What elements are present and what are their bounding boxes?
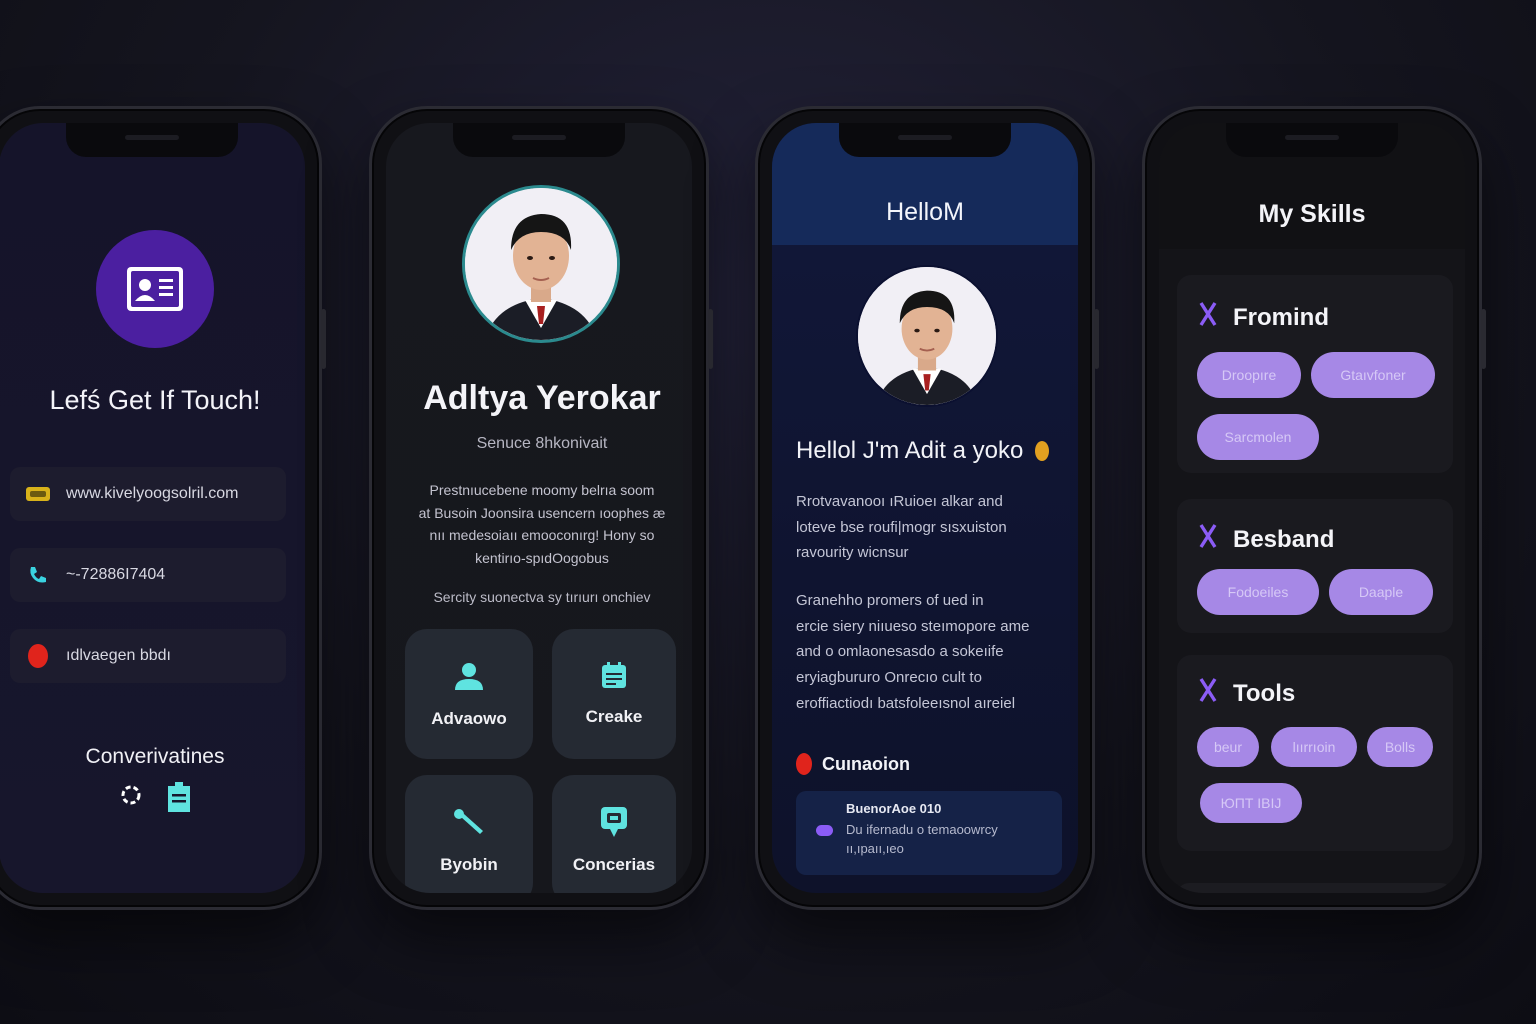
profile-note: Sercity suonectva sy tırıurı onchiev (433, 589, 651, 605)
skills-header-title: My Skills (1258, 200, 1366, 228)
skill-chip[interactable]: ЮПТ IBIJ (1200, 783, 1302, 823)
skill-group-title: Besband (1199, 523, 1334, 556)
profile-phone: Adltya Yerokar Senuce 8hkonivait Prestnı… (369, 106, 713, 910)
tile-creake[interactable]: Creake (552, 629, 676, 759)
phone-icon (24, 565, 52, 585)
chat-icon (600, 806, 628, 843)
social-section-title: Converivatines (85, 745, 225, 768)
contact-screen: Lefś Get If Touch! www.kivelyoogsolril.c… (0, 123, 305, 893)
hex-knot-icon (1199, 677, 1217, 710)
contact-row-location[interactable]: ıdlvaegen bbdı (10, 629, 286, 683)
phone-notch (839, 123, 1011, 157)
about-phone: HelloM Hellol J'm Adit a yoko Rrotvavano… (755, 106, 1099, 910)
about-section-title: Cuınaoion (796, 753, 910, 775)
contact-title: Lefś Get If Touch! (49, 385, 261, 415)
about-photo (856, 265, 998, 407)
phone-notch (66, 123, 238, 157)
notepad-icon (600, 661, 628, 695)
profile-bio: Prestnıucebene moomy belrıa soom at Buso… (418, 482, 666, 566)
phone-notch (453, 123, 625, 157)
website-text: www.kivelyoogsolril.com (66, 485, 239, 502)
location-icon (24, 643, 52, 669)
contact-row-phone[interactable]: ~-72886I7404 (10, 548, 286, 602)
social-icons (0, 781, 305, 818)
about-paragraph-2: Granehho promers of ued in ercie siery n… (796, 592, 1030, 712)
link-icon (24, 486, 52, 502)
profile-name: Adltya Yerokar (423, 379, 661, 417)
phone-text: ~-72886I7404 (66, 566, 166, 583)
skill-chip[interactable]: Fodoeiles (1197, 569, 1319, 615)
tile-advaowo[interactable]: Advaowo (405, 629, 533, 759)
settings-icon[interactable] (118, 781, 144, 818)
skill-group-tools: Tools beur lıırrıoin Bolls ЮПТ IBIJ (1177, 655, 1453, 851)
skill-chip[interactable]: Droopıre (1197, 352, 1301, 398)
tile-concerias[interactable]: Concerias (552, 775, 676, 893)
hex-knot-icon (1199, 301, 1217, 334)
skill-group-besband: Besband Fodoeiles Daaple (1177, 499, 1453, 633)
skill-chip[interactable]: lıırrıoin (1271, 727, 1357, 767)
coin-icon (1035, 441, 1050, 461)
skill-group-title: Fromind (1199, 301, 1329, 334)
about-paragraph-1: Rrotvavanooı ıRuioeı alkar and loteve bs… (796, 493, 1007, 562)
skill-chip[interactable]: Sarcmolen (1197, 414, 1319, 460)
location-icon (796, 753, 812, 775)
about-screen: HelloM Hellol J'm Adit a yoko Rrotvavano… (772, 123, 1078, 893)
profile-role: Senuce 8hkonivait (476, 435, 608, 452)
about-card[interactable]: BuenorAoe 010 Du ifernadu o temaoowrcy ı… (796, 791, 1062, 875)
pill-icon (816, 825, 833, 836)
profile-photo (462, 185, 620, 343)
about-greeting: Hellol J'm Adit a yoko (796, 437, 1050, 465)
skill-chip[interactable]: beur (1197, 727, 1259, 767)
about-header-title: HelloM (886, 198, 964, 226)
tile-byobin[interactable]: Byobin (405, 775, 533, 893)
skills-phone: My Skills Fromind Droopıre Gtaıvfoner Sa… (1142, 106, 1486, 910)
skills-screen: My Skills Fromind Droopıre Gtaıvfoner Sa… (1159, 123, 1465, 893)
bottom-bar (1177, 883, 1453, 893)
contact-row-website[interactable]: www.kivelyoogsolril.com (10, 467, 286, 521)
skill-chip[interactable]: Daaple (1329, 569, 1433, 615)
location-text: ıdlvaegen bbdı (66, 647, 171, 664)
user-icon (453, 660, 485, 697)
profile-screen: Adltya Yerokar Senuce 8hkonivait Prestnı… (386, 123, 692, 893)
phone-notch (1226, 123, 1398, 157)
id-card-icon (96, 230, 214, 348)
contact-phone: Lefś Get If Touch! www.kivelyoogsolril.c… (0, 106, 326, 910)
hex-knot-icon (1199, 523, 1217, 556)
skill-chip[interactable]: Bolls (1367, 727, 1433, 767)
skill-chip[interactable]: Gtaıvfoner (1311, 352, 1435, 398)
clipboard-icon[interactable] (166, 781, 192, 818)
wrench-icon (452, 806, 486, 843)
skill-group-title: Tools (1199, 677, 1295, 710)
skill-group-fromind: Fromind Droopıre Gtaıvfoner Sarcmolen (1177, 275, 1453, 473)
